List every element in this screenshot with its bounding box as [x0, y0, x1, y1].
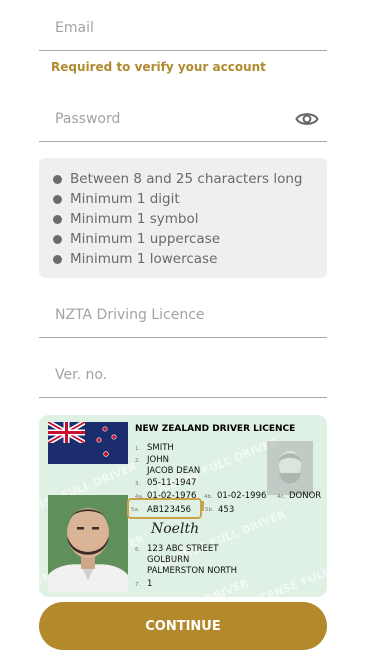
email-field[interactable] — [39, 6, 327, 51]
signature: Noelth — [150, 521, 199, 537]
photo-avatar — [48, 495, 128, 592]
field-number: 6. — [135, 547, 140, 553]
bullet-icon — [53, 194, 62, 204]
email-helper-text: Required to verify your account — [51, 60, 266, 74]
bullet-icon — [53, 174, 62, 184]
class-value: 1 — [147, 579, 152, 589]
field-number: 5a. — [131, 507, 140, 513]
licence-number-field[interactable] — [39, 293, 327, 338]
field-number: 1. — [135, 446, 140, 452]
password-input[interactable] — [39, 97, 285, 141]
nz-flag-icon — [48, 422, 128, 464]
version-number-field[interactable] — [39, 353, 327, 398]
licence-number-input[interactable] — [39, 293, 285, 337]
password-field[interactable] — [39, 97, 327, 142]
address-value: PALMERSTON NORTH — [147, 566, 237, 576]
field-number: 7. — [135, 582, 140, 588]
password-rules-box: Between 8 and 25 characters long Minimum… — [39, 158, 327, 278]
rule-item: Minimum 1 uppercase — [53, 229, 327, 249]
given-name-value: JOHN — [146, 455, 169, 465]
licence-sample-card: LICENSE FULL DRIVER LICENSE FULL DRIVER … — [39, 415, 327, 597]
rule-item: Between 8 and 25 characters long — [53, 169, 327, 189]
surname-value: SMITH — [147, 443, 174, 453]
given-name-value: JACOB DEAN — [146, 466, 200, 476]
rule-item: Minimum 1 digit — [53, 189, 327, 209]
email-input[interactable] — [39, 6, 285, 50]
ghost-photo — [267, 441, 313, 495]
version-number-value: 453 — [218, 505, 234, 515]
field-number: 3. — [135, 481, 140, 487]
dob-value: 05-11-1947 — [147, 478, 196, 488]
bullet-icon — [53, 234, 62, 244]
donor-value: DONOR — [289, 491, 321, 501]
expiry-date-value: 01-02-1996 — [217, 491, 266, 501]
bullet-icon — [53, 214, 62, 224]
field-number: 2. — [135, 458, 140, 464]
address-value: GOLBURN — [147, 555, 189, 565]
version-number-input[interactable] — [39, 353, 285, 397]
card-title: NEW ZEALAND DRIVER LICENCE — [135, 424, 295, 434]
licence-number-value: AB123456 — [147, 505, 191, 515]
rule-item: Minimum 1 lowercase — [53, 249, 327, 269]
field-number: 5b. — [205, 507, 214, 513]
field-number: 4b. — [204, 494, 213, 500]
field-number: 4c. — [277, 494, 286, 500]
rule-item: Minimum 1 symbol — [53, 209, 327, 229]
address-value: 123 ABC STREET — [147, 544, 219, 554]
version-highlight-marker — [200, 501, 204, 511]
bullet-icon — [53, 254, 62, 264]
eye-icon[interactable] — [295, 109, 319, 129]
continue-button[interactable]: CONTINUE — [39, 602, 327, 650]
